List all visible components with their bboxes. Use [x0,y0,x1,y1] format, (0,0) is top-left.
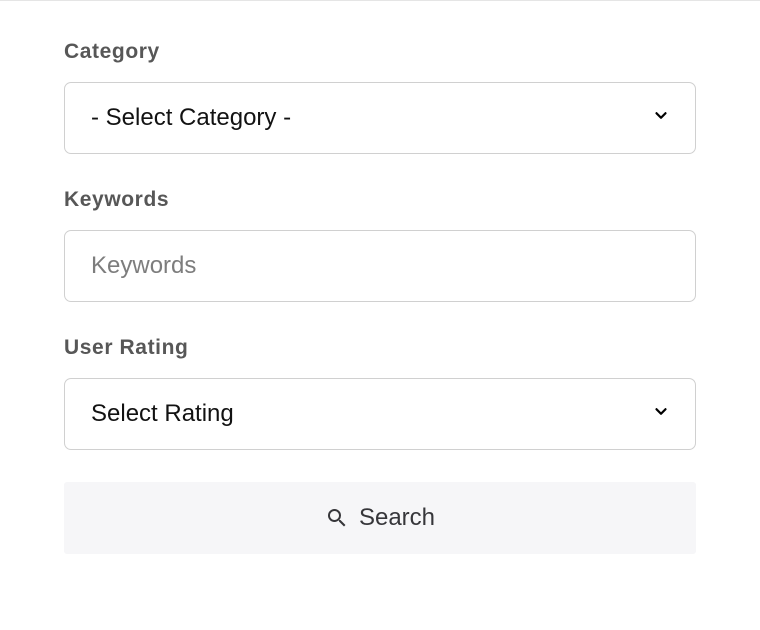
search-button-label: Search [359,504,435,532]
category-group: Category - Select Category - [64,40,696,154]
rating-selected-value: Select Rating [91,400,234,428]
keywords-label: Keywords [64,188,696,212]
keywords-group: Keywords [64,188,696,302]
category-select[interactable]: - Select Category - [64,82,696,154]
rating-group: User Rating Select Rating [64,336,696,450]
rating-select[interactable]: Select Rating [64,378,696,450]
category-label: Category [64,40,696,64]
search-button[interactable]: Search [64,482,696,554]
keywords-input[interactable] [64,230,696,302]
category-selected-value: - Select Category - [91,104,291,132]
search-form: Category - Select Category - Keywords Us… [0,0,760,554]
rating-label: User Rating [64,336,696,360]
search-icon [325,506,349,530]
top-divider [0,0,760,1]
